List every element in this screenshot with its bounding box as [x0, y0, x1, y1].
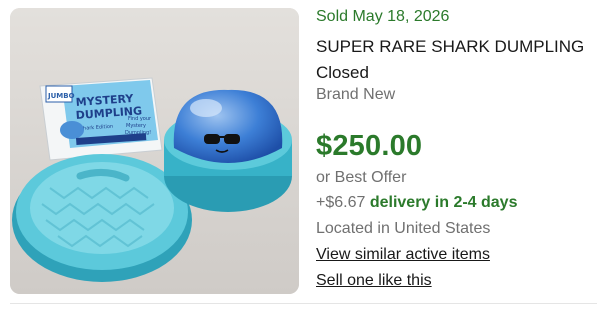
- shipping-cost: +$6.67: [316, 194, 366, 211]
- box-side-line1: Find your: [128, 116, 152, 122]
- container-base-with-squishy: [164, 89, 292, 212]
- listing-photo: JUMBO MYSTERY DUMPLING Shark Edition Fin…: [10, 8, 299, 294]
- row-divider: [10, 303, 597, 304]
- box-side-line2: Mystery: [126, 123, 146, 129]
- sell-one-like-this-link[interactable]: Sell one like this: [316, 272, 432, 290]
- sold-date: Sold May 18, 2026: [316, 8, 450, 25]
- view-similar-link[interactable]: View similar active items: [316, 246, 490, 264]
- item-location: Located in United States: [316, 220, 491, 237]
- box-brand-text: JUMBO: [47, 92, 75, 100]
- listing-title[interactable]: SUPER RARE SHARK DUMPLING Closed: [316, 34, 596, 86]
- delivery-info: +$6.67 delivery in 2-4 days: [316, 194, 517, 212]
- sold-price: $250.00: [316, 130, 423, 162]
- best-offer-label: or Best Offer: [316, 169, 407, 186]
- title-line-2[interactable]: Closed: [316, 63, 369, 82]
- item-condition: Brand New: [316, 86, 396, 103]
- listing-image[interactable]: JUMBO MYSTERY DUMPLING Shark Edition Fin…: [10, 8, 299, 294]
- sold-listing-card: JUMBO MYSTERY DUMPLING Shark Edition Fin…: [0, 0, 597, 312]
- title-line-1[interactable]: SUPER RARE SHARK DUMPLING: [316, 37, 584, 56]
- product-box: JUMBO MYSTERY DUMPLING Shark Edition Fin…: [39, 77, 163, 161]
- delivery-estimate: delivery in 2-4 days: [369, 194, 518, 211]
